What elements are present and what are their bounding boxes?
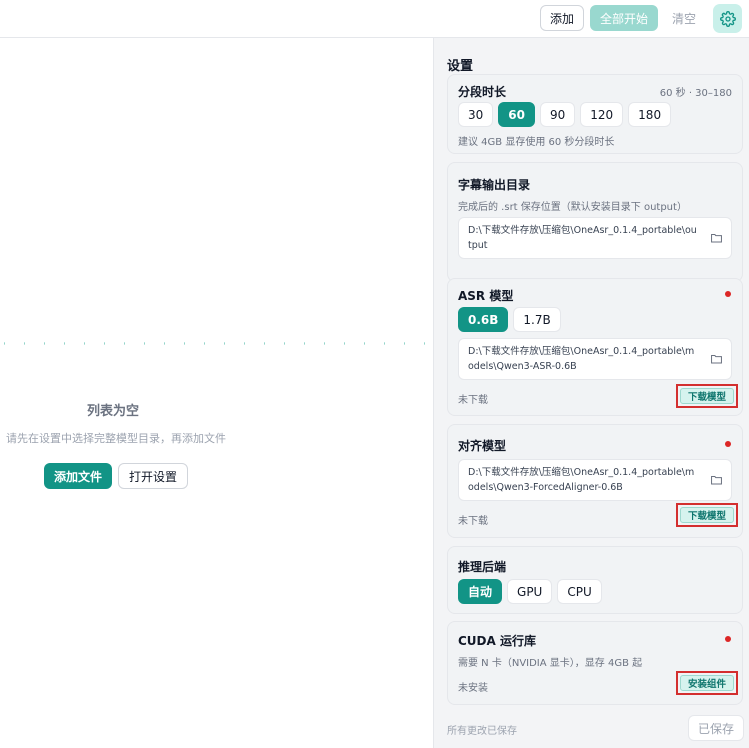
empty-list-title: 列表为空 [86,404,139,419]
cuda-runtime-hint: 需要 N 卡（NVIDIA 显卡），显存 4GB 起 [458,658,643,669]
top-toolbar: 添加 全部开始 清空 [0,0,749,38]
add-files-button[interactable]: 添加文件 [44,463,113,489]
folder-icon[interactable] [711,233,722,243]
saved-button[interactable]: 已保存 [688,715,744,741]
inference-backend-title: 推理后端 [458,560,507,574]
align-model-status-dot [725,441,731,447]
cuda-runtime-status-dot [725,636,731,642]
backend-option-auto[interactable]: 自动 [458,579,503,604]
segment-option-90[interactable]: 90 [539,102,576,127]
align-model-path-field[interactable]: D:\下载文件存放\压缩包\OneAsr_0.1.4_portable\mode… [458,459,732,501]
settings-button[interactable] [713,4,742,33]
inference-backend-options: 自动 GPU CPU [458,579,602,604]
subtitle-output-title: 字幕输出目录 [458,178,531,192]
segment-duration-meta: 60 秒 · 30–180 [659,88,732,99]
segment-option-120[interactable]: 120 [580,102,624,127]
asr-model-path-field[interactable]: D:\下载文件存放\压缩包\OneAsr_0.1.4_portable\mode… [458,338,732,380]
align-download-model-button[interactable]: 下载模型 [679,507,734,523]
settings-title: 设置 [447,59,474,74]
asr-download-highlight: 下载模型 [675,384,738,408]
align-model-card: 对齐模型 D:\下载文件存放\压缩包\OneAsr_0.1.4_portable… [447,424,743,538]
start-all-button[interactable]: 全部开始 [590,5,658,31]
segment-duration-hint: 建议 4GB 显存使用 60 秒分段时长 [458,137,615,148]
asr-model-card: ASR 模型 0.6B 1.7B D:\下载文件存放\压缩包\OneAsr_0.… [447,278,743,416]
subtitle-output-path: D:\下载文件存放\压缩包\OneAsr_0.1.4_portable\outp… [468,225,697,251]
subtitle-output-path-field[interactable]: D:\下载文件存放\压缩包\OneAsr_0.1.4_portable\outp… [458,217,732,259]
open-settings-button[interactable]: 打开设置 [118,463,189,489]
align-model-path: D:\下载文件存放\压缩包\OneAsr_0.1.4_portable\mode… [468,467,695,493]
settings-panel: 设置 分段时长 60 秒 · 30–180 30 60 90 120 180 建… [433,38,749,748]
folder-icon[interactable] [711,475,722,485]
asr-option-0-6b[interactable]: 0.6B [458,307,509,332]
backend-option-gpu[interactable]: GPU [507,579,553,604]
segment-option-180[interactable]: 180 [628,102,672,127]
asr-download-model-button[interactable]: 下载模型 [679,388,734,404]
align-download-highlight: 下载模型 [675,503,738,527]
save-status-text: 所有更改已保存 [447,726,517,737]
empty-list-actions: 添加文件 打开设置 [44,463,189,489]
align-model-status: 未下载 [458,516,488,527]
asr-model-options: 0.6B 1.7B [458,307,561,332]
empty-list-description: 请先在设置中选择完整模型目录，再添加文件 [6,432,226,445]
subtitle-output-card: 字幕输出目录 完成后的 .srt 保存位置（默认安装目录下 output） D:… [447,162,743,282]
asr-model-status-dot [725,291,731,297]
segment-duration-title: 分段时长 [458,85,507,99]
cuda-runtime-card: CUDA 运行库 需要 N 卡（NVIDIA 显卡），显存 4GB 起 未安装 … [447,621,743,705]
segment-duration-card: 分段时长 60 秒 · 30–180 30 60 90 120 180 建议 4… [447,74,743,154]
align-model-title: 对齐模型 [458,439,507,453]
subtitle-output-hint: 完成后的 .srt 保存位置（默认安装目录下 output） [458,202,687,213]
asr-model-title: ASR 模型 [458,289,514,303]
asr-option-1-7b[interactable]: 1.7B [513,307,561,332]
drop-zone-divider [0,342,425,346]
clear-button[interactable]: 清空 [664,5,704,31]
inference-backend-card: 推理后端 自动 GPU CPU [447,546,743,614]
segment-duration-options: 30 60 90 120 180 [458,102,672,127]
asr-model-status: 未下载 [458,395,488,406]
cuda-install-highlight: 安装组件 [675,671,738,695]
backend-option-cpu[interactable]: CPU [557,579,602,604]
asr-model-path: D:\下载文件存放\压缩包\OneAsr_0.1.4_portable\mode… [468,346,695,372]
gear-icon [719,10,736,27]
segment-option-60[interactable]: 60 [498,102,535,127]
install-components-button[interactable]: 安装组件 [679,675,734,691]
add-button[interactable]: 添加 [540,5,584,31]
segment-option-30[interactable]: 30 [458,102,494,127]
cuda-runtime-title: CUDA 运行库 [458,634,536,648]
cuda-runtime-status: 未安装 [458,683,488,694]
folder-icon[interactable] [711,354,722,364]
